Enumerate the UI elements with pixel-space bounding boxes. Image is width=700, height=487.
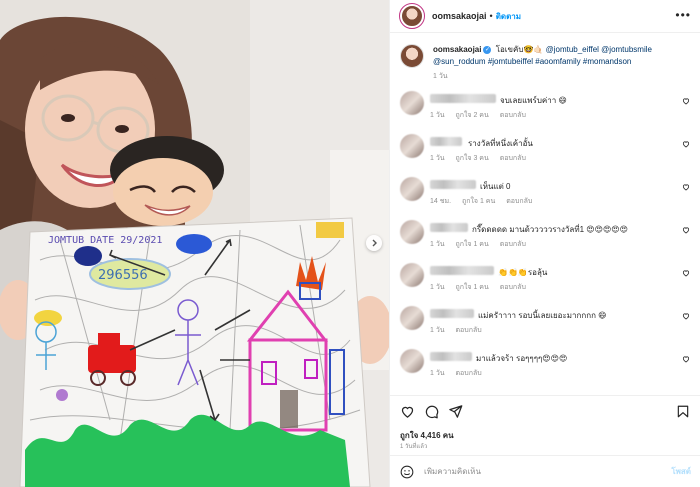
comment-text: เห็นแต่ 0 <box>480 182 511 191</box>
comment-time: 1 วัน <box>430 241 445 248</box>
chevron-right-icon <box>372 239 377 247</box>
heart-icon[interactable] <box>682 355 690 363</box>
reply-button[interactable]: ตอบกลับ <box>506 198 532 205</box>
avatar[interactable] <box>399 3 425 29</box>
post-photo[interactable]: JOMTUB DATE 29/2021 296556 <box>0 0 389 487</box>
heart-icon[interactable] <box>682 226 690 234</box>
post-header: oomsakaojai • ติดตาม ••• <box>390 0 700 33</box>
emoji-smile-icon[interactable] <box>400 465 414 479</box>
separator-dot: • <box>489 11 493 21</box>
heart-icon[interactable] <box>682 183 690 191</box>
comment-likes[interactable]: ถูกใจ 1 คน <box>462 198 495 205</box>
post-comment-button[interactable]: โพสต์ <box>671 465 691 478</box>
caption-tag[interactable]: @jomtubsmile <box>601 45 652 54</box>
comment-text: กรี๊ดดดดด มานด้วววววรางวัลที่1 😍😍😍😍😍 <box>472 225 628 234</box>
comment-item: จบเลยแพร์บค่าา 😄 1 วัน ถูกใจ 2 คน ตอบกลั… <box>400 91 690 129</box>
comment-likes[interactable]: ถูกใจ 1 คน <box>456 241 489 248</box>
comment-item: แม่ครัาาาา รอบนี้เลยเยอะมากกกก 😄 1 วัน ต… <box>400 306 690 344</box>
caption-tag[interactable]: #aoomfamily <box>535 57 580 66</box>
reply-button[interactable]: ตอบกลับ <box>500 112 526 119</box>
heart-icon[interactable] <box>682 97 690 105</box>
svg-text:JOMTUB DATE 29/2021: JOMTUB DATE 29/2021 <box>48 235 162 246</box>
comment-time: 1 วัน <box>430 155 445 162</box>
comment-text: 👏👏👏รอลุ้น <box>498 268 548 277</box>
add-comment-bar: โพสต์ <box>390 455 700 487</box>
heart-icon[interactable] <box>682 312 690 320</box>
reply-button[interactable]: ตอบกลับ <box>456 327 482 334</box>
caption-text: โอเขคับ🤓🤙🏻 <box>495 45 544 54</box>
reply-button[interactable]: ตอบกลับ <box>456 370 482 377</box>
comment-item: รางวัลที่หนึ่งเค้าอั้น 1 วัน ถูกใจ 3 คน … <box>400 134 690 172</box>
comment-username[interactable] <box>430 352 472 361</box>
carousel-next-button[interactable] <box>366 235 382 251</box>
caption-tag[interactable]: #jomtubeiffel <box>488 57 533 66</box>
comment-time: 1 วัน <box>430 370 445 377</box>
post-actions: ถูกใจ 4,416 คน 1 วันที่แล้ว <box>390 395 700 455</box>
follow-button[interactable]: ติดตาม <box>496 10 521 23</box>
comment-input[interactable] <box>424 467 654 476</box>
post-side-panel: oomsakaojai • ติดตาม ••• oomsakaojai ✓ โอ… <box>389 0 700 487</box>
caption-username[interactable]: oomsakaojai <box>433 45 481 54</box>
comment-avatar[interactable] <box>400 349 424 373</box>
verified-badge-icon: ✓ <box>483 45 492 54</box>
comment-username[interactable] <box>430 94 496 103</box>
comment-time: 1 วัน <box>430 327 445 334</box>
comment-avatar[interactable] <box>400 306 424 330</box>
comments-list: oomsakaojai ✓ โอเขคับ🤓🤙🏻 @jomtub_eiffel @… <box>390 34 700 394</box>
comment-avatar[interactable] <box>400 177 424 201</box>
heart-icon[interactable] <box>682 269 690 277</box>
comment-text: มาแล้วจร้า รอๆๆๆๆ😍😍😍 <box>476 354 568 363</box>
comment-item: มาแล้วจร้า รอๆๆๆๆ😍😍😍 1 วัน ตอบกลับ <box>400 349 690 387</box>
comment-username[interactable] <box>430 137 462 146</box>
comment-username[interactable] <box>430 266 494 275</box>
heart-icon[interactable] <box>400 404 415 419</box>
post-timestamp: 1 วันที่แล้ว <box>400 444 428 450</box>
comment-item: 👏👏👏รอลุ้น 1 วัน ถูกใจ 1 คน ตอบกลับ <box>400 263 690 301</box>
comment-text: จบเลยแพร์บค่าา 😄 <box>500 96 567 105</box>
post-username[interactable]: oomsakaojai <box>432 11 487 21</box>
comment-avatar[interactable] <box>400 220 424 244</box>
comment-item: กรี๊ดดดดด มานด้วววววรางวัลที่1 😍😍😍😍😍 1 ว… <box>400 220 690 258</box>
comment-username[interactable] <box>430 180 476 189</box>
bookmark-icon[interactable] <box>676 404 690 419</box>
caption-tag[interactable]: #momandson <box>583 57 631 66</box>
comment-text: รางวัลที่หนึ่งเค้าอั้น <box>468 139 533 148</box>
send-icon[interactable] <box>448 404 463 419</box>
comment-item: เห็นแต่ 0 14 ชม. ถูกใจ 1 คน ตอบกลับ <box>400 177 690 215</box>
comment-username[interactable] <box>430 223 468 232</box>
caption-avatar[interactable] <box>400 44 424 68</box>
svg-text:296556: 296556 <box>98 268 148 283</box>
reply-button[interactable]: ตอบกลับ <box>500 284 526 291</box>
comment-likes[interactable]: ถูกใจ 3 คน <box>456 155 489 162</box>
post-caption: oomsakaojai ✓ โอเขคับ🤓🤙🏻 @jomtub_eiffel @… <box>400 44 690 83</box>
reply-button[interactable]: ตอบกลับ <box>500 155 526 162</box>
caption-time: 1 วัน <box>433 73 448 80</box>
caption-tag[interactable]: @sun_roddum <box>433 57 486 66</box>
more-horizontal-icon[interactable]: ••• <box>675 9 691 21</box>
comment-likes[interactable]: ถูกใจ 2 คน <box>456 112 489 119</box>
comment-avatar[interactable] <box>400 91 424 115</box>
comment-username[interactable] <box>430 309 474 318</box>
comment-avatar[interactable] <box>400 134 424 158</box>
caption-tag[interactable]: @jomtub_eiffel <box>546 45 599 54</box>
post-image: JOMTUB DATE 29/2021 296556 <box>0 0 389 487</box>
comment-icon[interactable] <box>424 404 439 419</box>
comment-likes[interactable]: ถูกใจ 1 คน <box>456 284 489 291</box>
comment-time: 14 ชม. <box>430 198 452 205</box>
comment-time: 1 วัน <box>430 112 445 119</box>
comment-text: แม่ครัาาาา รอบนี้เลยเยอะมากกกก 😄 <box>478 311 607 320</box>
reply-button[interactable]: ตอบกลับ <box>500 241 526 248</box>
heart-icon[interactable] <box>682 140 690 148</box>
comment-avatar[interactable] <box>400 263 424 287</box>
comment-time: 1 วัน <box>430 284 445 291</box>
